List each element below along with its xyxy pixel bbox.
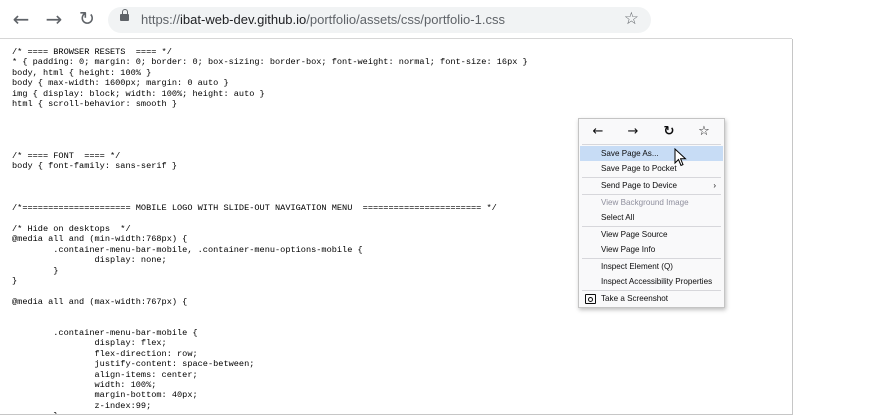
code-line: /* Hide on desktops */ [12, 223, 131, 234]
code-line: } [12, 275, 18, 286]
code-line: body { font-family: sans-serif } [12, 161, 178, 172]
menu-item-label: Inspect Accessibility Properties [601, 277, 713, 286]
code-line: flex-direction: row; [12, 348, 198, 359]
url-scheme: https:// [141, 12, 181, 27]
menu-item-label: Save Page to Pocket [601, 164, 677, 173]
menu-item-inspect-accessibility[interactable]: Inspect Accessibility Properties [580, 274, 723, 289]
url-host: ibat-web-dev.github.io [180, 12, 307, 27]
code-line: display: none; [12, 255, 167, 266]
code-line: .container-menu-bar-mobile { [12, 327, 198, 338]
menu-item-view-page-info[interactable]: View Page Info [580, 242, 723, 257]
mouse-cursor-icon [674, 148, 687, 167]
menu-item-label: Inspect Element (Q) [601, 262, 673, 271]
code-line: /* ==== FONT ==== */ [12, 151, 121, 162]
submenu-arrow-icon: › [713, 181, 716, 190]
code-line: width: 100%; [12, 380, 157, 390]
menu-item-save-page-as[interactable]: Save Page As... [580, 146, 723, 161]
back-icon[interactable]: ← [10, 8, 32, 30]
code-line: margin-bottom: 40px; [12, 390, 198, 401]
bookmark-star-icon[interactable]: ☆ [624, 9, 639, 29]
code-line: img { display: block; width: 100%; heigh… [12, 88, 265, 99]
menu-item-send-to-device[interactable]: Send Page to Device › [580, 178, 723, 193]
menu-item-inspect-element[interactable]: Inspect Element (Q) [580, 259, 723, 274]
context-menu-nav: ← → ↻ ☆ [579, 119, 724, 145]
menu-item-label: Select All [601, 213, 635, 222]
address-bar[interactable]: https://ibat-web-dev.github.io/portfolio… [108, 7, 651, 33]
menu-item-label: View Page Source [601, 230, 668, 239]
menu-item-label: View Background Image [601, 198, 689, 207]
screenshot-icon [585, 294, 596, 304]
css-source-code[interactable]: /* ==== BROWSER RESETS ==== */ * { paddi… [12, 47, 528, 414]
menu-item-label: Save Page As... [601, 149, 659, 158]
url-path: /portfolio/assets/css/portfolio-1.css [306, 12, 505, 27]
code-line: .container-menu-bar-mobile, .container-m… [12, 244, 363, 255]
menu-item-view-background-image: View Background Image [580, 195, 723, 210]
code-line: align-items: center; [12, 369, 198, 380]
code-line: /* ==== BROWSER RESETS ==== */ [12, 47, 172, 57]
code-line: justify-content: space-between; [12, 359, 255, 370]
context-reload-icon[interactable]: ↻ [660, 123, 678, 141]
code-line: /*===================== MOBILE LOGO WITH… [12, 203, 497, 214]
menu-separator [582, 144, 721, 145]
code-line: display: flex; [12, 338, 167, 349]
menu-item-label: Send Page to Device [601, 181, 678, 190]
code-line: html { scroll-behavior: smooth } [12, 99, 178, 110]
menu-item-save-to-pocket[interactable]: Save Page to Pocket [580, 161, 723, 176]
code-line: @media all and (max-width:767px) { [12, 296, 188, 307]
code-line: z-index:99; [12, 400, 152, 411]
context-back-icon[interactable]: ← [589, 123, 607, 141]
context-forward-icon[interactable]: → [624, 123, 642, 141]
menu-item-take-screenshot[interactable]: Take a Screenshot [580, 291, 723, 306]
browser-toolbar: ← → ↻ https://ibat-web-dev.github.io/por… [0, 0, 894, 38]
context-bookmark-icon[interactable]: ☆ [695, 123, 713, 141]
code-line: } [12, 265, 59, 276]
menu-item-select-all[interactable]: Select All [580, 210, 723, 225]
lock-icon[interactable] [120, 9, 129, 21]
code-line: } [12, 411, 58, 414]
forward-icon[interactable]: → [43, 8, 65, 30]
code-line: * { padding: 0; margin: 0; border: 0; bo… [12, 57, 528, 68]
menu-item-view-page-source[interactable]: View Page Source [580, 227, 723, 242]
menu-item-label: View Page Info [601, 245, 656, 254]
context-menu: ← → ↻ ☆ Save Page As... Save Page to Poc… [578, 118, 725, 308]
reload-icon[interactable]: ↻ [76, 8, 98, 30]
menu-item-label: Take a Screenshot [601, 294, 669, 303]
code-line: body { max-width: 1600px; margin: 0 auto… [12, 78, 229, 89]
code-line: @media all and (min-width:768px) { [12, 234, 188, 245]
url-text[interactable]: https://ibat-web-dev.github.io/portfolio… [141, 12, 505, 27]
code-line: body, html { height: 100% } [12, 67, 152, 78]
